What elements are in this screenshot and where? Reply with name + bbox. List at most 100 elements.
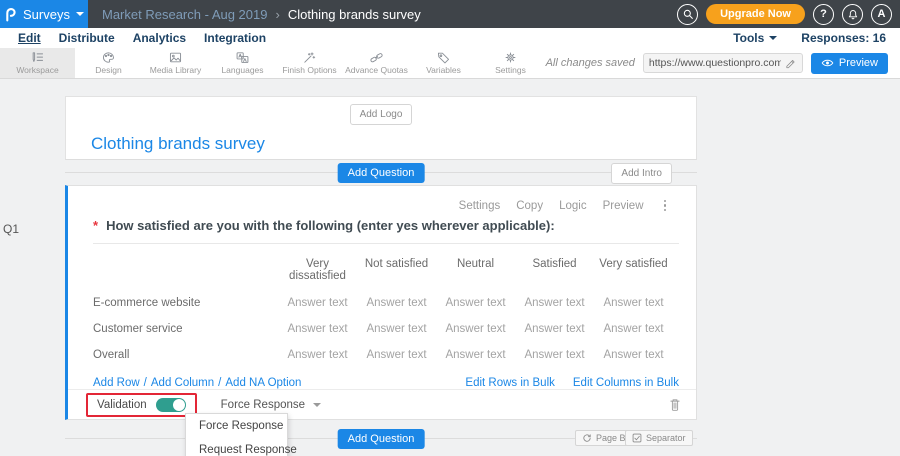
add-column-link[interactable]: Add Column [151, 377, 214, 389]
tab-edit[interactable]: Edit [18, 31, 41, 46]
question-copy-link[interactable]: Copy [516, 200, 543, 212]
account-avatar[interactable]: A [871, 4, 892, 25]
force-response-dropdown-trigger[interactable]: Force Response [221, 399, 321, 411]
design-icon [101, 51, 116, 64]
finish-options-icon [302, 51, 317, 64]
nav-right: Tools Responses: 16 [733, 31, 900, 45]
add-na-option-link[interactable]: Add NA Option [225, 377, 301, 389]
toolbar-item-settings[interactable]: Settings [477, 48, 544, 78]
matrix-cell[interactable]: Answer text [515, 290, 594, 316]
toolbar-item-finish-options[interactable]: Finish Options [276, 48, 343, 78]
preview-button[interactable]: Preview [811, 53, 888, 74]
matrix-row-label[interactable]: E-commerce website [93, 290, 278, 316]
more-options-kebab-icon[interactable] [660, 199, 671, 213]
help-button[interactable]: ? [813, 4, 834, 25]
toggle-knob [173, 399, 185, 411]
validation-highlight-annotation: Validation [86, 393, 197, 417]
tools-menu[interactable]: Tools [733, 31, 777, 45]
matrix-cell[interactable]: Answer text [515, 316, 594, 342]
surveys-product-menu[interactable]: Surveys [0, 0, 88, 28]
survey-url-input[interactable] [649, 57, 781, 69]
top-bar: Surveys Market Research - Aug 2019 › Clo… [0, 0, 900, 28]
responses-count-link[interactable]: Responses: 16 [801, 31, 886, 45]
trash-icon [668, 397, 682, 412]
breadcrumb-survey-name: Clothing brands survey [288, 7, 421, 22]
required-asterisk: * [93, 218, 98, 233]
edit-rows-in-bulk-link[interactable]: Edit Rows in Bulk [465, 377, 554, 389]
matrix-cell[interactable]: Answer text [594, 316, 673, 342]
dropdown-option-request-response[interactable]: Request Response [186, 438, 287, 456]
add-logo-button[interactable]: Add Logo [350, 104, 413, 125]
add-row-link[interactable]: Add Row [93, 377, 140, 389]
add-question-button-bottom[interactable]: Add Question [338, 429, 425, 449]
question-actions: Settings Copy Logic Preview [68, 186, 696, 212]
question-text-row: * How satisfied are you with the followi… [93, 218, 696, 233]
add-question-button-top[interactable]: Add Question [338, 163, 425, 183]
matrix-row-label[interactable]: Customer service [93, 316, 278, 342]
separator-button[interactable]: Separator [625, 430, 693, 446]
breadcrumb-folder[interactable]: Market Research - Aug 2019 [102, 7, 267, 22]
variables-icon [436, 51, 451, 64]
link-separator: / [144, 377, 147, 389]
toolbar-item-languages[interactable]: Languages [209, 48, 276, 78]
upgrade-now-button[interactable]: Upgrade Now [706, 4, 805, 24]
validation-label: Validation [97, 399, 147, 411]
tab-integration[interactable]: Integration [204, 31, 266, 46]
notifications-button[interactable] [842, 4, 863, 25]
topbar-actions: Upgrade Now ? A [677, 4, 900, 25]
breadcrumb-separator: › [275, 7, 279, 22]
matrix-column-header[interactable]: Neutral [436, 252, 515, 290]
question-logic-link[interactable]: Logic [559, 200, 587, 212]
matrix-cell[interactable]: Answer text [278, 342, 357, 368]
toolbar-right: All changes saved Preview [546, 48, 900, 78]
toolbar-item-variables[interactable]: Variables [410, 48, 477, 78]
tab-distribute[interactable]: Distribute [59, 31, 115, 46]
toolbar-item-design[interactable]: Design [75, 48, 142, 78]
matrix-column-header[interactable]: Very satisfied [594, 252, 673, 290]
tab-analytics[interactable]: Analytics [133, 31, 186, 46]
matrix-column-header[interactable]: Not satisfied [357, 252, 436, 290]
matrix-cell[interactable]: Answer text [594, 342, 673, 368]
matrix-cell[interactable]: Answer text [357, 316, 436, 342]
survey-url-field[interactable] [643, 53, 803, 73]
question-text[interactable]: How satisfied are you with the following… [106, 218, 555, 233]
add-intro-button[interactable]: Add Intro [611, 163, 672, 184]
matrix-cell[interactable]: Answer text [357, 342, 436, 368]
toolbar-item-workspace[interactable]: Workspace [0, 48, 75, 78]
dropdown-option-force-response[interactable]: Force Response [186, 414, 287, 438]
questionpro-logo-icon [4, 6, 17, 22]
matrix-cell[interactable]: Answer text [436, 316, 515, 342]
matrix-cell[interactable]: Answer text [515, 342, 594, 368]
matrix-cell[interactable]: Answer text [436, 342, 515, 368]
survey-header-card: Add Logo Clothing brands survey [65, 96, 697, 160]
survey-title[interactable]: Clothing brands survey [91, 134, 696, 154]
validation-bar: Validation Force Response [68, 389, 696, 419]
matrix-cell[interactable]: Answer text [357, 290, 436, 316]
matrix-column-header[interactable]: Very dissatisfied [278, 252, 357, 290]
search-button[interactable] [677, 4, 698, 25]
matrix-column-header[interactable]: Satisfied [515, 252, 594, 290]
divider [93, 243, 679, 244]
matrix-cell[interactable]: Answer text [278, 290, 357, 316]
toolbar-item-media-library[interactable]: Media Library [142, 48, 209, 78]
matrix-table: Very dissatisfied Not satisfied Neutral … [93, 252, 696, 368]
matrix-cell[interactable]: Answer text [278, 316, 357, 342]
matrix-cell[interactable]: Answer text [436, 290, 515, 316]
edit-pencil-icon[interactable] [785, 58, 796, 69]
matrix-edit-links: Add Row / Add Column / Add NA Option Edi… [93, 377, 679, 389]
matrix-row-label[interactable]: Overall [93, 342, 278, 368]
chevron-down-icon [76, 12, 84, 16]
product-label: Surveys [23, 7, 70, 22]
toolbar-item-advance-quotas[interactable]: Advance Quotas [343, 48, 410, 78]
checked-checkbox-icon [632, 433, 642, 443]
delete-question-button[interactable] [668, 397, 682, 412]
edit-columns-in-bulk-link[interactable]: Edit Columns in Bulk [573, 377, 679, 389]
search-icon [682, 8, 694, 20]
matrix-cell[interactable]: Answer text [594, 290, 673, 316]
question-settings-link[interactable]: Settings [459, 200, 501, 212]
validation-toggle[interactable] [156, 398, 186, 412]
question-preview-link[interactable]: Preview [603, 200, 644, 212]
matrix-corner [93, 252, 278, 290]
insert-question-row-top: Add Question Add Intro [65, 160, 697, 186]
preview-label: Preview [839, 57, 878, 69]
